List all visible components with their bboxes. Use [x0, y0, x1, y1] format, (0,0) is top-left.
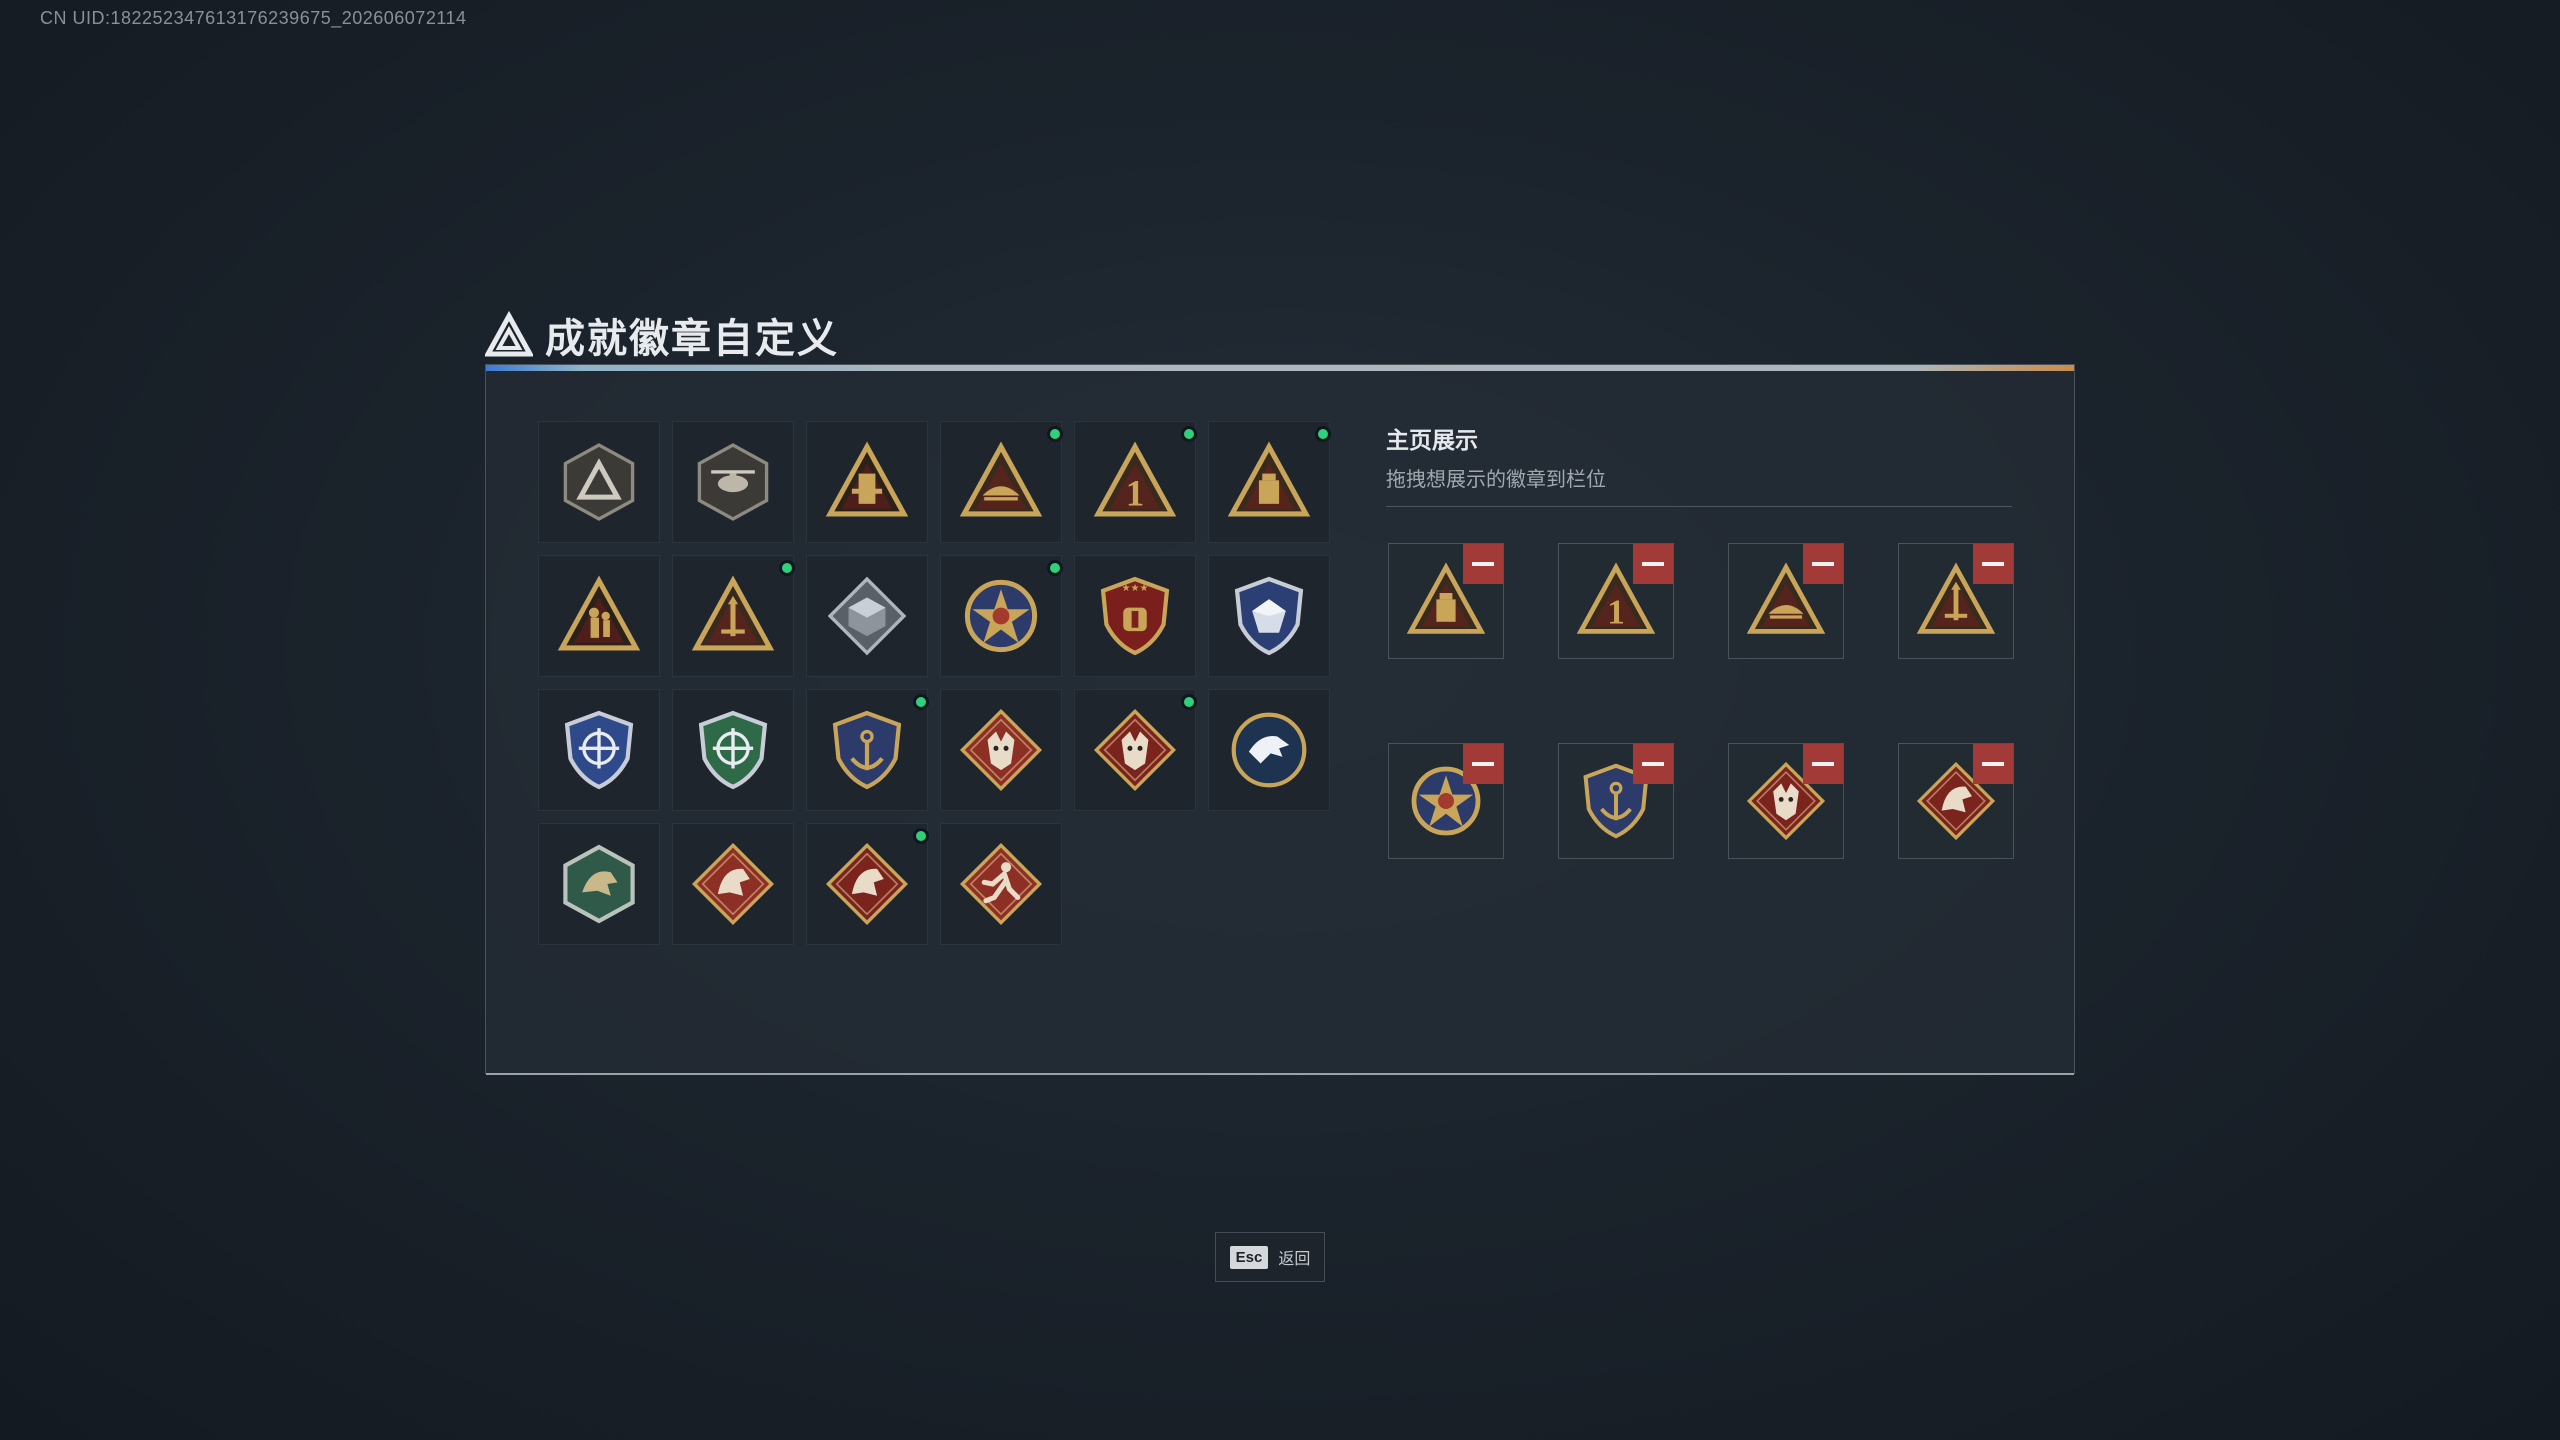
stars-shield-badge-icon: ★★★	[1100, 576, 1170, 656]
number-one-triangle-badge-icon: 1	[1093, 441, 1177, 517]
dragon-hexagon-badge-icon	[563, 844, 635, 924]
remove-badge-button[interactable]	[1973, 544, 2013, 584]
badge-cell[interactable]	[940, 555, 1063, 677]
badge-cell[interactable]	[940, 689, 1062, 811]
crosshair-blue-shield-badge-icon	[564, 710, 634, 790]
back-button[interactable]: Esc 返回	[1215, 1232, 1325, 1282]
badge-cell[interactable]	[940, 823, 1062, 945]
badge-cell[interactable]	[1208, 689, 1330, 811]
minus-icon	[1472, 762, 1494, 766]
wolf-diamond-badge-icon	[959, 708, 1043, 792]
minus-icon	[1982, 762, 2004, 766]
showcase-subtitle: 拖拽想展示的徽章到栏位	[1386, 469, 1606, 491]
showcase-slot[interactable]: 1	[1558, 543, 1674, 659]
delta-logo-icon	[485, 311, 533, 357]
showcase-slots: 1	[1388, 543, 2014, 859]
badge-grid: 1 ★★★	[538, 421, 1331, 945]
minus-icon	[1982, 562, 2004, 566]
star-medal-badge-icon	[964, 579, 1038, 653]
remove-badge-button[interactable]	[1803, 744, 1843, 784]
badge-cell[interactable]	[806, 421, 928, 543]
remove-badge-button[interactable]	[1463, 744, 1503, 784]
remove-badge-button[interactable]	[1973, 744, 2013, 784]
showcase-slot[interactable]	[1558, 743, 1674, 859]
showcase-slot[interactable]	[1388, 543, 1504, 659]
badge-cell[interactable]	[672, 555, 795, 677]
svg-text:1: 1	[1607, 592, 1625, 631]
minus-icon	[1472, 562, 1494, 566]
uid-text: CN UID:1822523476131762396​75_2026060721…	[40, 8, 467, 28]
badge-cell[interactable]	[806, 555, 928, 677]
back-label: 返回	[1278, 1251, 1311, 1268]
new-indicator-dot	[913, 694, 929, 710]
showcase-slot[interactable]	[1728, 543, 1844, 659]
new-indicator-dot	[1047, 560, 1063, 576]
badge-cell[interactable]	[538, 689, 660, 811]
anchor-gold-shield-badge-icon	[832, 710, 902, 790]
showcase-slot[interactable]	[1898, 543, 2014, 659]
missile-triangle-badge-icon	[691, 575, 775, 651]
cube-triangle-badge-icon	[1227, 441, 1311, 517]
new-indicator-dot	[779, 560, 795, 576]
dragon-diamond-red-badge-icon	[825, 842, 909, 926]
badge-cell[interactable]	[672, 823, 794, 945]
new-indicator-dot	[913, 828, 929, 844]
new-indicator-dot	[1181, 694, 1197, 710]
tower-badge-icon	[825, 441, 909, 517]
remove-badge-button[interactable]	[1633, 544, 1673, 584]
minus-icon	[1812, 762, 1834, 766]
showcase-title: 主页展示	[1386, 427, 1478, 453]
badge-cell[interactable]	[538, 555, 660, 677]
badge-cell[interactable]: ★★★	[1074, 555, 1196, 677]
svg-text:★★★: ★★★	[1121, 583, 1148, 594]
page-title: 成就徽章自定义	[545, 317, 839, 361]
badge-panel: 1 ★★★ 主页展示 拖拽想展示的徽章到栏位 1	[485, 364, 2075, 1075]
new-indicator-dot	[1315, 426, 1331, 442]
homepage-showcase: 主页展示 拖拽想展示的徽章到栏位	[1386, 421, 2012, 507]
badge-cell[interactable]	[672, 689, 794, 811]
crate-diamond-badge-icon	[827, 576, 907, 656]
minus-icon	[1812, 562, 1834, 566]
badge-cell[interactable]	[1074, 689, 1197, 811]
remove-badge-button[interactable]	[1633, 744, 1673, 784]
badge-cell[interactable]	[1208, 555, 1330, 677]
panel-bottom-line	[486, 1073, 2074, 1075]
helicopter-badge-icon	[697, 443, 769, 521]
remove-badge-button[interactable]	[1803, 544, 1843, 584]
minus-icon	[1642, 562, 1664, 566]
svg-text:1: 1	[1126, 473, 1144, 514]
showcase-slot[interactable]	[1728, 743, 1844, 859]
new-indicator-dot	[1047, 426, 1063, 442]
badge-cell[interactable]	[672, 421, 794, 543]
new-indicator-dot	[1181, 426, 1197, 442]
panel-accent-line	[486, 365, 2074, 371]
boat-triangle-badge-icon	[959, 441, 1043, 517]
badge-cell[interactable]	[806, 823, 929, 945]
esc-key-hint: Esc	[1229, 1245, 1269, 1269]
badge-cell[interactable]	[538, 823, 660, 945]
badge-cell[interactable]	[806, 689, 929, 811]
badge-cell[interactable]: 1	[1074, 421, 1197, 543]
runner-diamond-badge-icon	[959, 842, 1043, 926]
crosshair-green-shield-badge-icon	[698, 710, 768, 790]
dragon-diamond-badge-icon	[691, 842, 775, 926]
divider	[1386, 506, 2012, 507]
showcase-slot[interactable]	[1388, 743, 1504, 859]
remove-badge-button[interactable]	[1463, 544, 1503, 584]
badge-cell[interactable]	[538, 421, 660, 543]
badge-cell[interactable]	[940, 421, 1063, 543]
shield-logo-badge-icon	[563, 443, 635, 521]
soldier-triangle-badge-icon	[557, 575, 641, 651]
eagle-circle-badge-icon	[1231, 712, 1307, 788]
wolf-diamond-red-badge-icon	[1093, 708, 1177, 792]
showcase-slot[interactable]	[1898, 743, 2014, 859]
badge-cell[interactable]	[1208, 421, 1331, 543]
page-header: 成就徽章自定义	[485, 306, 839, 364]
blue-gem-shield-badge-icon	[1234, 576, 1304, 656]
minus-icon	[1642, 762, 1664, 766]
